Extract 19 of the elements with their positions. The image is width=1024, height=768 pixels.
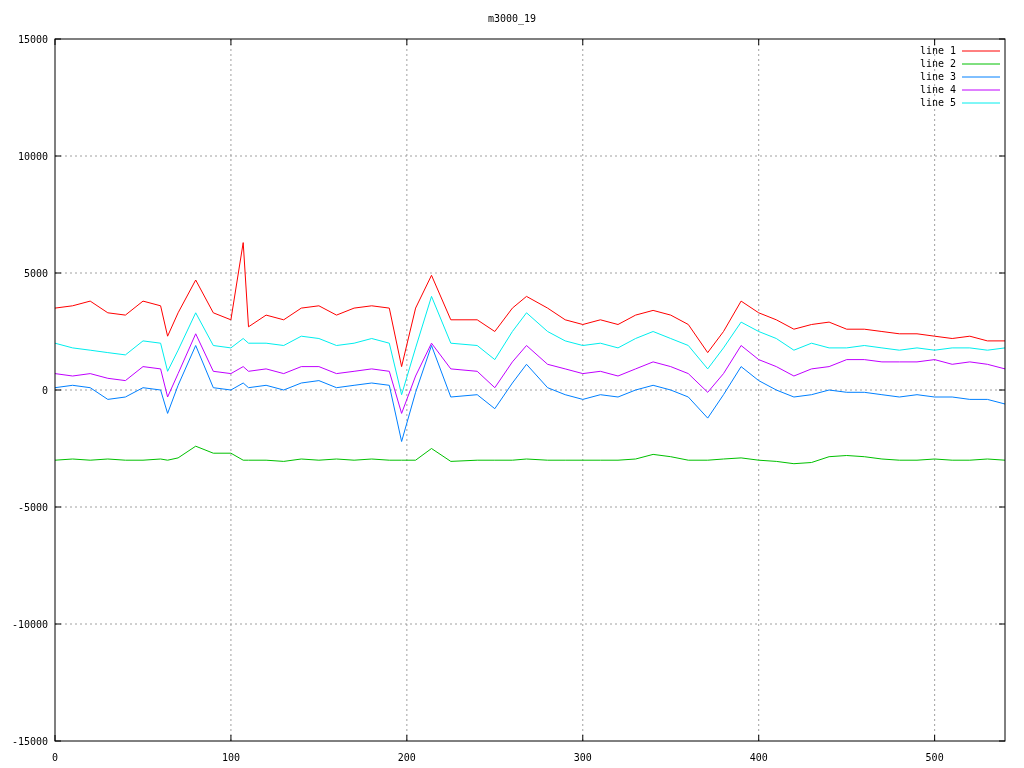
y-tick-label: -5000	[17, 502, 48, 513]
legend-label: line 2	[919, 58, 956, 69]
legend-label: line 5	[919, 97, 956, 108]
y-tick-label: 0	[41, 385, 48, 396]
y-tick-label: 5000	[23, 268, 48, 279]
x-tick-label: 400	[749, 752, 768, 763]
y-tick-label: 15000	[17, 34, 48, 45]
x-tick-label: 0	[52, 752, 58, 763]
y-tick-label: 10000	[17, 151, 48, 162]
x-tick-label: 200	[397, 752, 416, 763]
legend-label: line 1	[919, 45, 956, 56]
y-tick-label: -15000	[11, 736, 48, 747]
y-tick-label: -10000	[11, 619, 48, 630]
chart-title: m3000_19	[487, 13, 537, 24]
legend-label: line 4	[919, 84, 956, 95]
x-tick-label: 300	[573, 752, 592, 763]
x-tick-label: 500	[925, 752, 944, 763]
legend-label: line 3	[919, 71, 956, 82]
x-tick-label: 100	[221, 752, 240, 763]
